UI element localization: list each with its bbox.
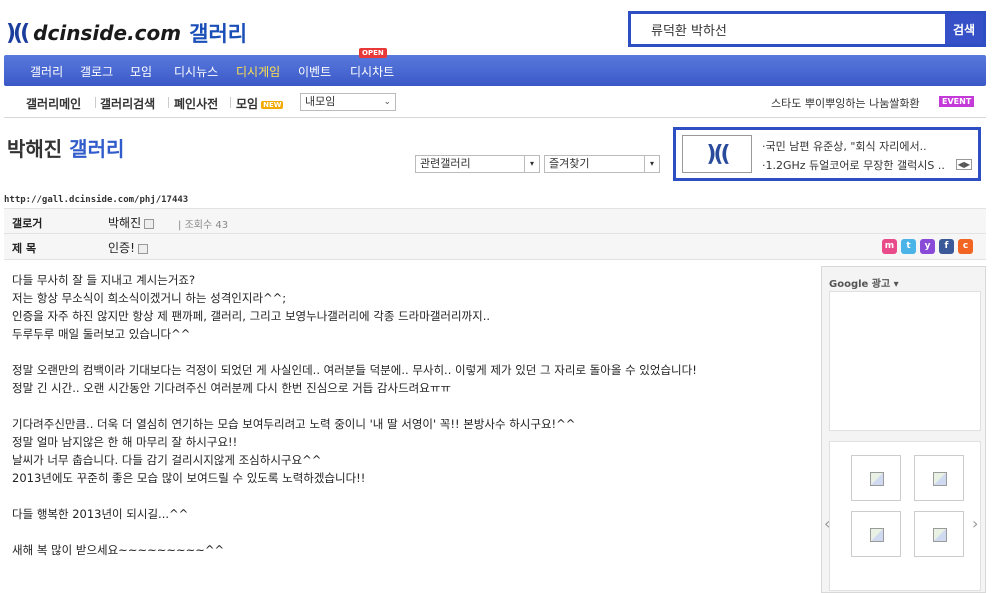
post-line: 기다려주신만큼.. 더욱 더 열심히 연기하는 모습 보여두리려고 노력 중이니… — [12, 417, 576, 431]
search-input[interactable] — [631, 14, 945, 44]
carousel-next-icon[interactable]: › — [972, 514, 978, 533]
nav-item-gallog[interactable]: 갤로그 — [80, 63, 113, 80]
nav-item-dcgame[interactable]: 디시게임 — [236, 63, 280, 80]
author-name[interactable]: 박해진 — [108, 214, 155, 231]
subnav-meeting[interactable]: 모임 NEW — [236, 95, 284, 112]
logo-gallery-label: 갤러리 — [189, 22, 248, 46]
header: )(( dcinside.com 갤러리 검색 — [0, 0, 1000, 55]
news-nav-arrows-icon[interactable]: ◀▶ — [955, 159, 972, 170]
favorites-select[interactable]: 즐겨찾기 ▾ — [544, 155, 660, 173]
subnav-divider — [95, 97, 96, 108]
dc-logo-icon: )(( — [682, 135, 752, 173]
share-cyworld-icon[interactable]: c — [958, 239, 973, 254]
news-link-1[interactable]: ·국민 남편 유준상, "회식 자리에서.. — [762, 138, 927, 154]
google-ad-slot[interactable] — [829, 291, 981, 431]
chevron-down-icon: ▾ — [644, 156, 659, 172]
nav-item-meeting[interactable]: 모임 — [130, 63, 152, 80]
title-row: 제 목 인증! m t y f c — [4, 234, 986, 260]
my-meeting-select[interactable]: 내모임 ⌄ — [300, 93, 396, 111]
chevron-down-icon: ⌄ — [383, 97, 391, 107]
logo-text: dcinside.com — [33, 21, 182, 45]
google-ads-label[interactable]: Google 광고 ▾ — [829, 275, 899, 290]
gallery-title-name: 박해진 — [7, 137, 63, 161]
post-line: 2013년에도 꾸준히 좋은 모습 많이 보여드릴 수 있도록 노력하겠습니다!… — [12, 471, 366, 485]
thumbnail-image[interactable] — [914, 455, 964, 501]
post-title: 인증! — [108, 239, 148, 256]
news-ad-box: )(( ·국민 남편 유준상, "회식 자리에서.. ·1.2GHz 듀얼코어로… — [673, 127, 981, 181]
post-body: 다들 무사히 잘 들 지내고 계시는거죠? 저는 항상 무소식이 희소식이겠거니… — [12, 271, 697, 559]
gallog-icon[interactable] — [144, 218, 155, 229]
favorites-label: 즐겨찾기 — [549, 157, 590, 170]
chevron-down-icon: ▾ — [524, 156, 539, 172]
post-line: 정말 긴 시간.. 오랜 시간동안 기다려주신 여러분께 다시 한번 진심으로 … — [12, 381, 451, 395]
gallery-title[interactable]: 박해진 갤러리 — [7, 133, 124, 162]
subnav-dictionary[interactable]: 폐인사전 — [174, 95, 218, 112]
share-yozm-icon[interactable]: y — [920, 239, 935, 254]
promo-link[interactable]: 스타도 뿌이뿌잉하는 나눔쌀화환 — [771, 95, 920, 111]
nav-item-event[interactable]: 이벤트 — [298, 63, 331, 80]
views-label: 조회수 — [184, 220, 213, 231]
author-row: 갤로거 박해진 | 조회수 43 — [4, 208, 986, 234]
views-value: 43 — [215, 220, 229, 231]
share-facebook-icon[interactable]: f — [939, 239, 954, 254]
post-line: 인증을 자주 하진 않지만 항상 제 팬까페, 갤러리, 그리고 보영누나갤러리… — [12, 309, 491, 323]
site-logo[interactable]: )(( dcinside.com 갤러리 — [6, 18, 247, 48]
subnav-gallery-search[interactable]: 갤러리검색 — [100, 95, 155, 112]
subnav-divider — [168, 97, 169, 108]
share-me2day-icon[interactable]: m — [882, 239, 897, 254]
new-badge: NEW — [261, 100, 284, 109]
main-nav: 갤러리 갤로그 모임 디시뉴스 디시게임 이벤트 OPEN 디시차트 — [4, 48, 986, 86]
title-label: 제 목 — [12, 242, 37, 255]
related-gallery-label: 관련갤러리 — [420, 157, 471, 170]
subnav-divider — [230, 97, 231, 108]
nav-item-dcchart[interactable]: 디시차트 — [350, 63, 394, 80]
thumbnail-carousel: ‹ › — [824, 441, 981, 591]
news-link-2[interactable]: ·1.2GHz 듀얼코어로 무장한 갤럭시S .. — [762, 157, 945, 173]
search-box: 검색 — [628, 11, 986, 47]
carousel-prev-icon[interactable]: ‹ — [824, 514, 830, 533]
post-line: 다들 무사히 잘 들 지내고 계시는거죠? — [12, 273, 196, 287]
nav-item-dcnews[interactable]: 디시뉴스 — [174, 63, 218, 80]
post-line: 두루두루 매일 둘러보고 있습니다^^ — [12, 327, 191, 341]
thumbnail-image[interactable] — [851, 511, 901, 557]
thumbnail-image[interactable] — [851, 455, 901, 501]
related-gallery-select[interactable]: 관련갤러리 ▾ — [415, 155, 540, 173]
event-badge: EVENT — [939, 96, 975, 107]
post-line: 저는 항상 무소식이 희소식이겠거니 하는 성격인지라^^; — [12, 291, 287, 305]
post-line: 정말 오랜만의 컴백이라 기대보다는 걱정이 되었던 게 사실인데.. 여러분들… — [12, 363, 697, 377]
post-line: 새해 복 많이 받으세요~~~~~~~~~^^ — [12, 543, 225, 557]
post-line: 다들 행복한 2013년이 되시길...^^ — [12, 507, 189, 521]
attachment-icon — [137, 243, 148, 254]
open-badge: OPEN — [359, 48, 387, 58]
dc-logo-icon: )(( — [6, 20, 30, 46]
gallery-title-suffix: 갤러리 — [69, 137, 125, 161]
post-line: 정말 얼마 남지않은 한 해 마무리 잘 하시구요!! — [12, 435, 238, 449]
my-meeting-value: 내모임 — [305, 95, 336, 108]
post-title-text: 인증! — [108, 241, 135, 255]
share-twitter-icon[interactable]: t — [901, 239, 916, 254]
post-line: 날씨가 너무 춥습니다. 다들 감기 걸리시지않게 조심하시구요^^ — [12, 453, 322, 467]
post-url: http://gall.dcinside.com/phj/17443 — [4, 195, 189, 205]
sub-nav: 갤러리메인 갤러리검색 폐인사전 모임 NEW 내모임 ⌄ 스타도 뿌이뿌잉하는 … — [4, 86, 986, 118]
subnav-gallery-main[interactable]: 갤러리메인 — [26, 95, 81, 112]
subnav-meeting-label: 모임 — [236, 97, 259, 111]
thumbnail-image[interactable] — [914, 511, 964, 557]
view-count: | 조회수 43 — [178, 220, 229, 231]
author-label: 갤로거 — [12, 217, 43, 230]
author-text: 박해진 — [108, 216, 142, 230]
sidebar: Google 광고 ▾ ‹ › — [821, 266, 986, 593]
nav-item-gallery[interactable]: 갤러리 — [30, 63, 63, 80]
search-button[interactable]: 검색 — [945, 14, 983, 44]
